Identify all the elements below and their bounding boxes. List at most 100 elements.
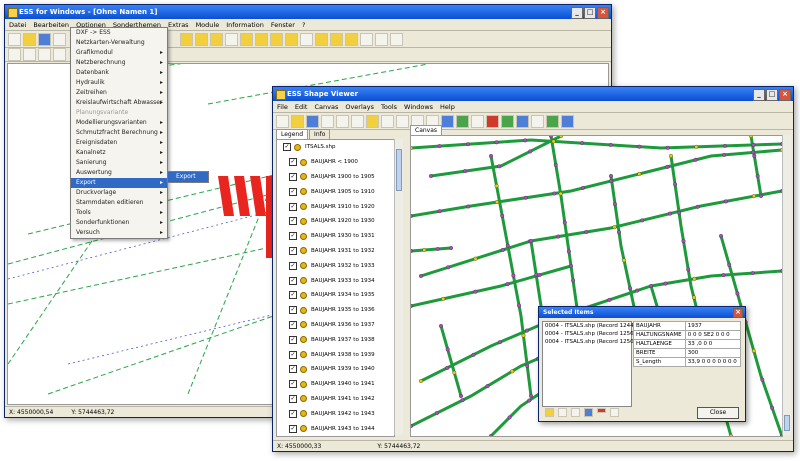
manhole-node[interactable] (663, 281, 668, 286)
manhole-node[interactable] (558, 191, 563, 196)
submenu-item-export[interactable]: Export (168, 172, 208, 182)
manhole-node[interactable] (727, 262, 732, 267)
manhole-node[interactable] (500, 247, 505, 252)
menu-help[interactable]: ? (302, 21, 305, 29)
manhole-node[interactable] (409, 303, 413, 308)
menu-item[interactable]: Stammdaten editieren ▸ (71, 198, 167, 208)
legend-item[interactable]: ✓ BAUJAHR 1939 to 1940 (277, 362, 394, 377)
menu-item[interactable]: Datenbank ▸ (71, 68, 167, 78)
manhole-node[interactable] (528, 238, 533, 243)
legend-checkbox[interactable]: ✓ (289, 409, 297, 418)
menu-item[interactable]: Grafikmodul ▸ (71, 48, 167, 58)
legend-checkbox[interactable]: ✓ (289, 276, 297, 285)
legend-item[interactable]: ✓BAUJAHR 1944 to 1945 (277, 436, 394, 437)
legend-checkbox[interactable]: ✓ (289, 202, 297, 211)
dialog-titlebar[interactable]: Selected Items × (539, 307, 745, 318)
tool-e-icon[interactable] (240, 32, 253, 46)
tool-k-icon[interactable] (330, 32, 343, 46)
list-item[interactable]: 0004 - ITSALS.shp (Record 1244) (543, 322, 636, 330)
manhole-node[interactable] (608, 142, 613, 147)
manhole-node[interactable] (635, 288, 640, 293)
manhole-node[interactable] (607, 297, 612, 302)
legend-checkbox[interactable]: ✓ (289, 350, 297, 359)
manhole-node[interactable] (566, 249, 571, 254)
front-maximize-icon[interactable]: □ (766, 89, 778, 101)
manhole-node[interactable] (505, 243, 510, 248)
manhole-node[interactable] (497, 340, 502, 345)
tool-h-icon[interactable] (285, 32, 298, 46)
legend-item[interactable]: ✓ BAUJAHR 1920 to 1930 (277, 214, 394, 229)
manhole-node[interactable] (694, 144, 699, 149)
manhole-node[interactable] (640, 218, 645, 223)
legend-root-checkbox[interactable]: ✓ (283, 143, 291, 152)
manhole-node[interactable] (510, 369, 515, 374)
legend-checkbox[interactable]: ✓ (289, 158, 297, 167)
manhole-node[interactable] (466, 142, 471, 147)
manhole-node[interactable] (441, 296, 446, 301)
manhole-node[interactable] (527, 398, 532, 403)
tool-l-icon[interactable] (345, 32, 358, 46)
save-icon[interactable] (38, 32, 51, 46)
manhole-node[interactable] (553, 162, 558, 167)
manhole-node[interactable] (616, 230, 621, 235)
manhole-node[interactable] (409, 248, 413, 253)
front-save-icon[interactable] (306, 114, 319, 128)
front-close-icon[interactable]: × (779, 89, 791, 101)
open-icon[interactable] (23, 32, 36, 46)
legend-checkbox[interactable]: ✓ (289, 394, 297, 403)
manhole-node[interactable] (460, 398, 465, 403)
menu-help-front[interactable]: Help (440, 103, 455, 111)
list-item[interactable]: 0004 - ITSALS.shp (Record 1256) (543, 330, 636, 338)
manhole-node[interactable] (471, 352, 476, 357)
manhole-node[interactable] (735, 291, 740, 296)
menu-fenster[interactable]: Fenster (271, 21, 295, 29)
manhole-node[interactable] (665, 145, 670, 150)
menu-overlays[interactable]: Overlays (345, 103, 374, 111)
new-icon[interactable] (8, 32, 21, 46)
menu-item[interactable]: Sonderfunktionen ▸ (71, 218, 167, 228)
manhole-node[interactable] (422, 247, 427, 252)
manhole-node[interactable] (686, 267, 691, 272)
menu-datei[interactable]: Datei (9, 21, 26, 29)
menu-item[interactable]: Sanierung ▸ (71, 158, 167, 168)
manhole-node[interactable] (500, 213, 505, 218)
close-icon[interactable]: × (597, 7, 609, 19)
front-measure-icon[interactable] (501, 114, 514, 128)
manhole-node[interactable] (669, 154, 674, 159)
trash-icon[interactable] (610, 408, 619, 417)
legend-checkbox[interactable]: ✓ (289, 380, 297, 389)
legend-item[interactable]: ✓ BAUJAHR 1900 to 1905 (277, 170, 394, 185)
front-query-icon[interactable] (516, 114, 529, 128)
manhole-node[interactable] (722, 152, 727, 157)
legend-checkbox[interactable]: ✓ (289, 261, 297, 270)
manhole-node[interactable] (681, 239, 686, 244)
manhole-node[interactable] (525, 363, 530, 368)
manhole-node[interactable] (534, 272, 539, 277)
front-copy-icon[interactable] (336, 114, 349, 128)
back-titlebar[interactable]: ESS for Windows - [Ohne Namen 1] _ □ × (5, 5, 611, 19)
front-zoom-in-icon[interactable] (381, 114, 394, 128)
legend-scrollbar[interactable] (394, 139, 403, 435)
manhole-node[interactable] (571, 278, 576, 283)
manhole-node[interactable] (668, 211, 673, 216)
front-new-icon[interactable] (276, 114, 289, 128)
manhole-node[interactable] (556, 234, 561, 239)
front-info-icon[interactable] (471, 114, 484, 128)
legend-item[interactable]: ✓ BAUJAHR 1940 to 1941 (277, 377, 394, 392)
zoom-to-icon[interactable] (558, 408, 567, 417)
manhole-node[interactable] (608, 174, 613, 179)
legend-item[interactable]: ✓ BAUJAHR 1937 to 1938 (277, 332, 394, 347)
manhole-node[interactable] (722, 143, 727, 148)
menu-item[interactable]: Versuch ▸ (71, 228, 167, 238)
legend-checkbox[interactable]: ✓ (289, 217, 297, 226)
close-button[interactable]: Close (697, 407, 739, 419)
legend-item[interactable]: ✓ BAUJAHR < 1900 (277, 155, 394, 170)
legend-item[interactable]: ✓ BAUJAHR 1931 to 1932 (277, 244, 394, 259)
manhole-node[interactable] (511, 273, 516, 278)
manhole-node[interactable] (751, 194, 756, 199)
manhole-node[interactable] (723, 199, 728, 204)
manhole-node[interactable] (494, 140, 499, 145)
legend-checkbox[interactable]: ✓ (289, 335, 297, 344)
manhole-node[interactable] (523, 195, 528, 200)
manhole-node[interactable] (524, 328, 529, 333)
